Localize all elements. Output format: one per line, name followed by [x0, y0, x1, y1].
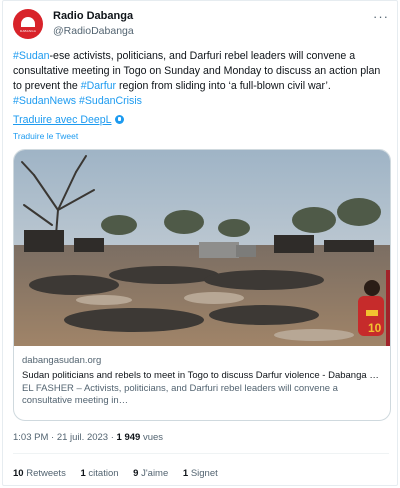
views-label: vues: [142, 432, 164, 443]
timestamp-separator: ·: [110, 432, 114, 443]
timestamp-separator: ·: [51, 432, 55, 443]
avatar[interactable]: DABANGA: [13, 9, 43, 39]
bookmarks-stat[interactable]: 1 Signet: [183, 468, 218, 479]
likes-count: 9: [133, 468, 139, 479]
tweet-text: #Sudan-ese activists, politicians, and D…: [13, 49, 389, 109]
hashtag-link[interactable]: #Darfur: [81, 80, 116, 92]
retweets-label: Retweets: [26, 468, 66, 479]
tweet-stats: 10 Retweets 1 citation 9 J'aime 1 Signet: [13, 468, 230, 479]
retweets-stat[interactable]: 10 Retweets: [13, 468, 66, 479]
likes-label: J'aime: [141, 468, 169, 479]
link-description: EL FASHER – Activists, politicians, and …: [22, 383, 338, 406]
likes-stat[interactable]: 9 J'aime: [133, 468, 168, 479]
avatar-logo-text: DABANGA: [19, 29, 37, 33]
views-count: 1 949: [116, 432, 141, 443]
author-name[interactable]: Radio Dabanga: [53, 10, 133, 22]
link-preview-meta[interactable]: dabangasudan.org Sudan politicians and r…: [22, 355, 384, 407]
quotes-label: citation: [88, 468, 119, 479]
hashtag-link[interactable]: #SudanNews: [13, 95, 76, 107]
link-domain: dabangasudan.org: [22, 355, 102, 366]
tweet-card: DABANGA Radio Dabanga @RadioDabanga ··· …: [2, 0, 398, 486]
link-preview-card[interactable]: 10 dabangasudan.org Sudan politicians an…: [13, 149, 391, 421]
hashtag-link[interactable]: #SudanCrisis: [79, 95, 142, 107]
retweets-count: 10: [13, 468, 24, 479]
radio-dabanga-logo-icon: [21, 17, 35, 27]
deepl-verified-icon: [114, 115, 124, 124]
more-horizontal-icon[interactable]: ···: [373, 9, 389, 24]
jersey-number: 10: [368, 321, 382, 335]
quotes-stat[interactable]: 1 citation: [80, 468, 118, 479]
tweet-header: DABANGA Radio Dabanga @RadioDabanga ···: [13, 9, 391, 41]
quotes-count: 1: [80, 468, 86, 479]
link-title: Sudan politicians and rebels to meet in …: [22, 370, 384, 381]
bookmarks-count: 1: [182, 468, 189, 479]
tweet-text-segment: region from sliding into ‘a full-blown c…: [116, 80, 331, 92]
tweet-timestamp: 1:03 PM · 21 juil. 2023 · 1 949 vues: [13, 432, 163, 443]
divider: [13, 453, 389, 454]
hashtag-link[interactable]: #Sudan: [13, 50, 50, 62]
author-handle[interactable]: @RadioDabanga: [53, 25, 134, 37]
translate-tweet-link[interactable]: Traduire le Tweet: [13, 131, 78, 141]
link-preview-image[interactable]: 10: [14, 150, 391, 346]
tweet-date[interactable]: 21 juil. 2023: [57, 432, 108, 443]
translate-deepl-link[interactable]: Traduire avec DeepL: [13, 114, 124, 126]
deepl-label: Traduire avec DeepL: [13, 114, 112, 126]
tweet-time[interactable]: 1:03 PM: [13, 432, 48, 443]
bookmarks-label: Signet: [190, 468, 218, 479]
